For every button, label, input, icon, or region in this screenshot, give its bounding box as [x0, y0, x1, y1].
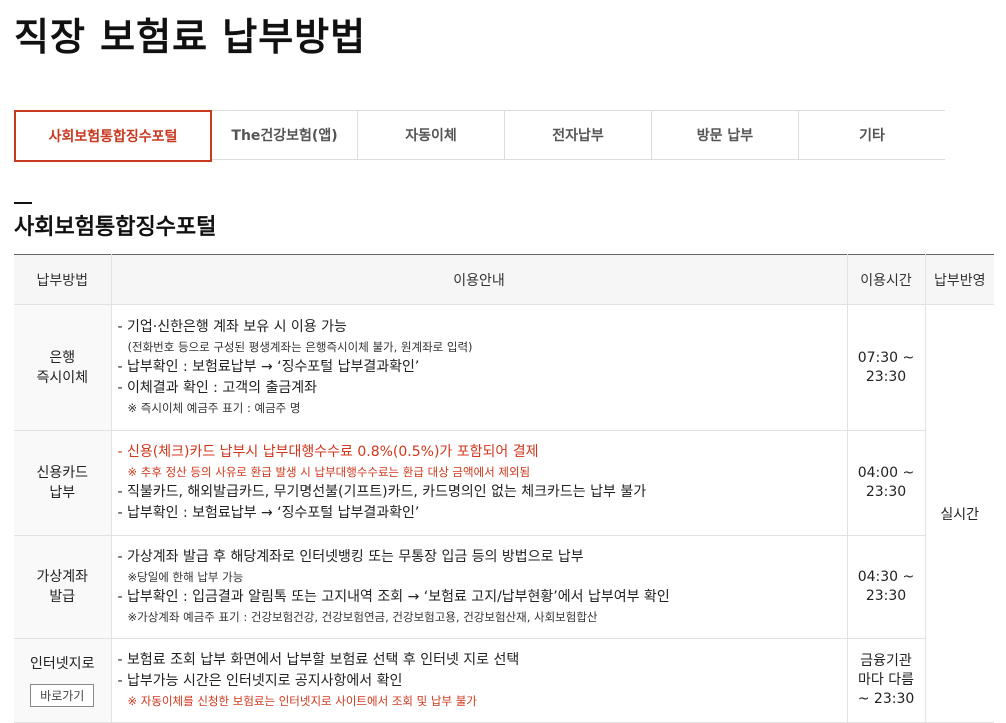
guide-note: ※ 즉시이체 예금주 표기 : 예금주 명 [127, 401, 301, 415]
page-title: 직장 보험료 납부방법 [14, 15, 367, 59]
time-cell: 금융기관 마다 다름 ~ 23:30 [846, 638, 925, 723]
method-label: 인터넷지로 [30, 656, 95, 672]
time-text: 04:30 ~ [857, 569, 915, 585]
tab-the-health-insurance-app[interactable]: The건강보험(앱) [212, 111, 358, 159]
guide-line: - 가상계좌 발급 후 해당계좌로 인터넷뱅킹 또는 무통장 입금 등의 방법으… [117, 549, 584, 565]
table-row: 은행 즉시이체 - 기업·신한은행 계좌 보유 시 이용 가능 (전화번호 등으… [14, 304, 994, 723]
table-header-row: 납부방법 이용안내 이용시간 납부반영 [14, 254, 994, 305]
tab-social-insurance-portal[interactable]: 사회보험통합징수포털 [14, 110, 212, 162]
time-text: ~ 23:30 [857, 691, 915, 707]
method-label: 발급 [49, 589, 76, 605]
guide-cell: - 신용(체크)카드 납부시 납부대행수수료 0.8%(0.5%)가 포함되어 … [110, 430, 848, 536]
method-label: 은행 [49, 349, 76, 366]
table-row: 가상계좌 발급 - 가상계좌 발급 후 해당계좌로 인터넷뱅킹 또는 무통장 입… [14, 535, 994, 639]
tab-visit-payment[interactable]: 방문 납부 [652, 111, 799, 159]
table-row: 인터넷지로 바로가기 - 보험료 조회 납부 화면에서 납부할 보험료 선택 후… [14, 638, 994, 723]
section-title: 사회보험통합징수포털 [14, 215, 217, 240]
payment-info-table: 납부방법 이용안내 이용시간 납부반영 은행 즉시이체 - 기업·신한은행 계좌… [14, 254, 994, 723]
payment-method-tabs: 사회보험통합징수포털 The건강보험(앱) 자동이체 전자납부 방문 납부 기타 [14, 110, 945, 162]
time-text: 04:00 ~ [857, 465, 915, 481]
guide-line: - 납부확인 : 보험료납부 → ‘징수포털 납부결과확인’ [117, 505, 420, 521]
method-cell: 신용카드 납부 [14, 430, 112, 536]
tab-auto-transfer[interactable]: 자동이체 [358, 111, 505, 159]
method-cell: 은행 즉시이체 [14, 304, 112, 431]
reflect-cell: 실시간 [924, 304, 994, 723]
time-cell: 04:00 ~ 23:30 [846, 430, 925, 536]
guide-cell: - 가상계좌 발급 후 해당계좌로 인터넷뱅킹 또는 무통장 입금 등의 방법으… [110, 535, 848, 639]
time-text: 07:30 ~ [857, 349, 915, 366]
tab-other[interactable]: 기타 [799, 111, 945, 159]
table-row: 신용카드 납부 - 신용(체크)카드 납부시 납부대행수수료 0.8%(0.5%… [14, 430, 994, 536]
guide-note: ※가상계좌 예금주 표기 : 건강보험건강, 건강보험연금, 건강보험고용, 건… [127, 610, 598, 624]
guide-note: ※ 자동이체를 신청한 보험료는 인터넷지로 사이트에서 조회 및 납부 불가 [127, 694, 477, 708]
guide-note: (전화번호 등으로 구성된 평생계좌는 은행즉시이체 불가, 원계좌로 입력) [127, 340, 473, 354]
method-label: 납부 [49, 485, 76, 501]
time-text: 23:30 [865, 484, 907, 500]
method-cell: 인터넷지로 바로가기 [14, 638, 112, 723]
header-reflect: 납부반영 [924, 254, 994, 305]
time-text: 23:30 [865, 368, 907, 385]
guide-line: - 보험료 조회 납부 화면에서 납부할 보험료 선택 후 인터넷 지로 선택 [117, 652, 520, 668]
guide-line: - 납부확인 : 보험료납부 → ‘징수포털 납부결과확인’ [117, 359, 420, 375]
guide-note: ※당일에 한해 납부 가능 [127, 570, 244, 584]
time-cell: 07:30 ~ 23:30 [846, 304, 926, 431]
method-label: 신용카드 [36, 465, 89, 481]
time-cell: 04:30 ~ 23:30 [846, 535, 925, 639]
method-label: 즉시이체 [36, 369, 89, 386]
guide-line: - 납부가능 시간은 인터넷지로 공지사항에서 확인 [117, 673, 403, 689]
guide-line: - 신용(체크)카드 납부시 납부대행수수료 0.8%(0.5%)가 포함되어 … [117, 444, 539, 460]
header-method: 납부방법 [14, 254, 112, 305]
method-label: 가상계좌 [36, 569, 89, 585]
header-time: 이용시간 [846, 254, 926, 305]
time-text: 23:30 [865, 588, 907, 604]
guide-line: - 납부확인 : 입금결과 알림톡 또는 고지내역 조회 → ‘보험료 고지/납… [117, 589, 670, 605]
guide-line: - 직불카드, 해외발급카드, 무기명선불(기프트)카드, 카드명의인 없는 체… [117, 484, 647, 500]
time-text: 금융기관 [860, 653, 912, 669]
tab-electronic-payment[interactable]: 전자납부 [505, 111, 652, 159]
guide-cell: - 보험료 조회 납부 화면에서 납부할 보험료 선택 후 인터넷 지로 선택 … [110, 638, 848, 723]
method-cell: 가상계좌 발급 [14, 535, 112, 639]
guide-line: - 기업·신한은행 계좌 보유 시 이용 가능 [117, 319, 347, 335]
section-title-bar [14, 202, 32, 204]
guide-line: - 이체결과 확인 : 고객의 출금계좌 [117, 380, 317, 396]
giro-shortcut-button[interactable]: 바로가기 [30, 684, 95, 707]
guide-note: ※ 추후 정산 등의 사유로 환급 발생 시 납부대행수수료는 환급 대상 금액… [127, 465, 531, 479]
time-text: 마다 다름 [858, 672, 914, 688]
guide-cell: - 기업·신한은행 계좌 보유 시 이용 가능 (전화번호 등으로 구성된 평생… [110, 304, 848, 431]
header-guide: 이용안내 [110, 254, 848, 305]
